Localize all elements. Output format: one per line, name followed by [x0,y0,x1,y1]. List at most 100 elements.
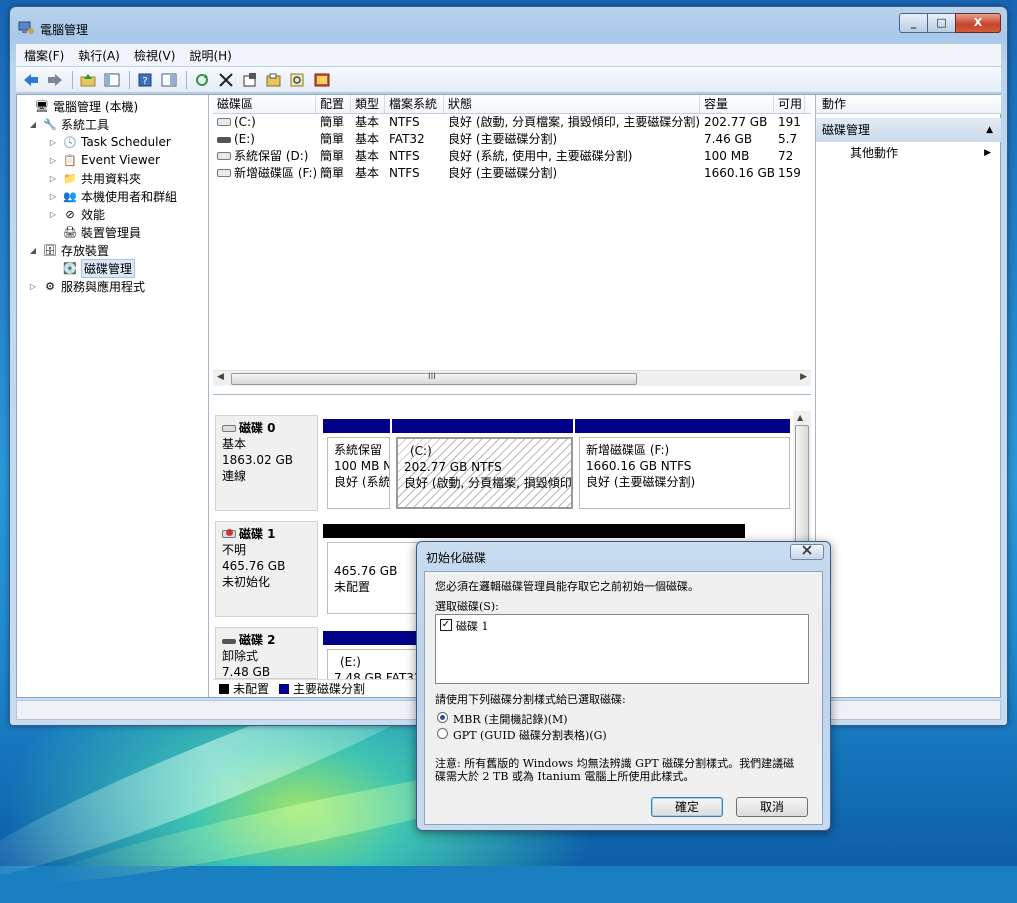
gpt-radio[interactable] [437,728,448,739]
collapse-arrow-icon: ◢ [29,119,37,129]
more-actions-item[interactable]: 其他動作 ▶ [816,142,1001,164]
properties-pane-icon[interactable] [158,70,180,90]
dialog-intro-text: 您必須在邏輯磁碟管理員能存取它之前初始一個磁碟。 [435,580,699,593]
scroll-up-icon[interactable]: ▲ [797,413,803,422]
disk-2-info[interactable]: 磁碟 2 卸除式 7.48 GB [215,627,318,679]
tree-item-performance[interactable]: ▷ ⊘ 效能 [17,205,208,223]
menu-action[interactable]: 執行(A) [78,47,120,64]
menu-file[interactable]: 檔案(F) [24,47,64,64]
disk-1-info[interactable]: 磁碟 1 不明 465.76 GB 未初始化 [215,521,318,617]
scroll-thumb[interactable]: III [231,372,637,385]
partition-e-drive[interactable]: (E:) 7.48 GB FAT32 [327,649,423,681]
menu-help[interactable]: 說明(H) [189,47,231,64]
partition-header-bar [323,419,390,433]
dialog-body: 您必須在邏輯磁碟管理員能存取它之前初始一個磁碟。 選取磁碟(S): ✓ 磁碟 1… [424,571,823,825]
gpt-option-label[interactable]: GPT (GUID 磁碟分割表格)(G) [453,727,607,743]
open-icon[interactable] [263,70,285,90]
cancel-button[interactable]: 取消 [736,797,808,817]
properties-icon[interactable] [239,70,261,90]
tree-item-event-viewer[interactable]: ▷ 📋 Event Viewer [17,151,208,169]
mbr-option-label[interactable]: MBR (主開機記錄)(M) [453,711,568,727]
tree-item-disk-management[interactable]: 💽 磁碟管理 [17,258,208,278]
collapse-arrow-icon: ◢ [29,245,37,255]
menu-bar: 檔案(F) 執行(A) 檢視(V) 說明(H) [16,44,1001,66]
expand-arrow-icon: ▷ [49,191,57,201]
disk-listbox[interactable]: ✓ 磁碟 1 [435,614,809,684]
svg-text:?: ? [142,76,147,87]
partition-system-reserved[interactable]: 系統保留 100 MB N 良好 (系統 [327,437,390,509]
tree-item-storage[interactable]: ◢ 🗄 存放裝置 [17,241,208,259]
drive-icon [217,118,231,126]
tree-item-device-manager[interactable]: 🖨 裝置管理員 [17,223,208,241]
computer-management-icon [18,21,34,34]
column-layout[interactable]: 配置 [316,95,351,113]
partition-header-bar [392,419,573,433]
toolbar: ? [16,67,1001,93]
expand-arrow-icon: ▷ [49,137,57,147]
disk-management-icon: 💽 [63,261,77,275]
partition-header-bar [575,419,790,433]
table-row[interactable]: (C:) 簡單 基本 NTFS 良好 (啟動, 分頁檔案, 損毀傾印, 主要磁碟分割)… [213,114,811,131]
initialize-disk-dialog: 初始化磁碟 您必須在邏輯磁碟管理員能存取它之前初始一個磁碟。 選取磁碟(S): … [416,541,831,831]
delete-icon[interactable] [215,70,237,90]
expand-arrow-icon: ▷ [49,173,57,183]
tree-item-services-applications[interactable]: ▷ ⚙ 服務與應用程式 [17,277,208,295]
close-button[interactable]: X [955,13,1001,33]
computer-icon: 🖥 [35,99,49,113]
tree-item-system-tools[interactable]: ◢ 🔧 系統工具 [17,115,208,133]
mbr-radio[interactable] [437,712,448,723]
column-volume[interactable]: 磁碟區 [213,95,316,113]
minimize-button[interactable]: _ [899,13,927,33]
dialog-title: 初始化磁碟 [426,551,487,565]
show-hide-tree-icon[interactable] [101,70,123,90]
ok-button[interactable]: 確定 [651,797,723,817]
window-title: 電腦管理 [40,23,89,37]
maximize-button[interactable]: □ [927,13,955,33]
disk-icon [222,425,236,432]
note-text-line-2: 碟需大於 2 TB 或為 Itanium 電腦上所使用此樣式。 [435,770,695,783]
close-icon [802,545,812,555]
partition-c-drive[interactable]: (C:) 202.77 GB NTFS 良好 (啟動, 分頁檔案, 損毀傾印, [396,437,573,509]
forward-icon[interactable] [44,70,66,90]
volume-list: 磁碟區 配置 類型 檔案系統 狀態 容量 可用 (C:) 簡單 基本 NTFS 良好 … [213,95,811,395]
device-manager-icon: 🖨 [63,225,77,239]
tree-item-local-users-groups[interactable]: ▷ 👥 本機使用者和群組 [17,187,208,205]
horizontal-scrollbar[interactable]: ◀ III ▶ [213,370,811,386]
partition-f-drive[interactable]: 新增磁碟區 (F:) 1660.16 GB NTFS 良好 (主要磁碟分割) [579,437,790,509]
tools-icon: 🔧 [43,117,57,131]
column-type[interactable]: 類型 [351,95,385,113]
table-row[interactable]: 系統保留 (D:) 簡單 基本 NTFS 良好 (系統, 使用中, 主要磁碟分割) 10… [213,148,811,165]
tree-item-computer-management[interactable]: 🖥 電腦管理 (本機) [17,97,208,115]
table-row[interactable]: (E:) 簡單 基本 FAT32 良好 (主要磁碟分割) 7.46 GB 5.7 [213,131,811,148]
search-icon[interactable] [287,70,309,90]
up-folder-icon[interactable] [77,70,99,90]
column-file-system[interactable]: 檔案系統 [385,95,444,113]
column-capacity[interactable]: 容量 [700,95,774,113]
menu-view[interactable]: 檢視(V) [134,47,176,64]
services-icon: ⚙ [45,279,55,293]
collapse-up-icon[interactable]: ▲ [986,118,993,142]
refresh-icon[interactable] [191,70,213,90]
primary-partition-swatch [279,683,290,694]
expand-arrow-icon: ▷ [49,155,57,165]
scroll-left-icon[interactable]: ◀ [217,372,224,382]
title-bar[interactable]: 電腦管理 _ □ X [10,7,1007,41]
table-row[interactable]: 新增磁碟區 (F:) 簡單 基本 NTFS 良好 (主要磁碟分割) 1660.16 GB… [213,165,811,182]
disk-1-checkbox[interactable]: ✓ [440,619,452,631]
removable-drive-icon [217,137,231,143]
tree-item-shared-folders[interactable]: ▷ 📁 共用資料夾 [17,169,208,187]
column-free-space[interactable]: 可用 [774,95,805,113]
partition-header-bar [323,631,423,645]
dialog-close-button[interactable] [790,544,824,560]
tree-item-task-scheduler[interactable]: ▷ 🕓 Task Scheduler [17,133,208,151]
scroll-right-icon[interactable]: ▶ [800,372,807,382]
volume-table-header: 磁碟區 配置 類型 檔案系統 狀態 容量 可用 [213,95,811,114]
back-icon[interactable] [20,70,42,90]
help-icon[interactable]: ? [134,70,156,90]
disk-1-item-label[interactable]: 磁碟 1 [456,618,489,634]
column-status[interactable]: 狀態 [444,95,700,113]
shared-folder-icon: 📁 [63,171,77,185]
console-icon[interactable] [311,70,333,90]
actions-section-disk-management[interactable]: 磁碟管理 ▲ [816,118,1001,142]
disk-0-info[interactable]: 磁碟 0 基本 1863.02 GB 連線 [215,415,318,511]
